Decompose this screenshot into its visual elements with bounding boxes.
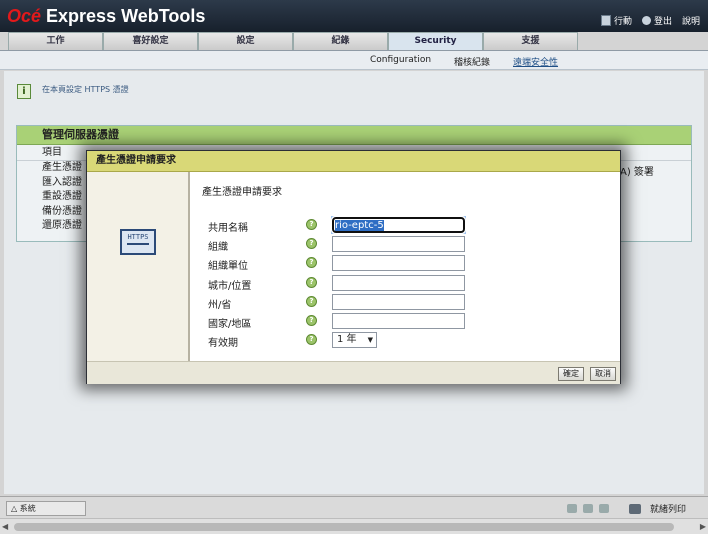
state-input[interactable] (332, 294, 465, 310)
field-organization-unit: 組織單位 ? (208, 255, 608, 272)
help-icon[interactable]: ? (306, 296, 317, 307)
help-link[interactable]: 說明 (682, 14, 700, 27)
dialog-icon-pane: HTTPS (87, 172, 188, 361)
jobs-icon (600, 15, 611, 26)
dialog-footer: 確定 取消 (87, 361, 620, 384)
system-tab[interactable]: △ 系統 (6, 501, 86, 516)
sound-icon[interactable] (598, 504, 609, 513)
city-input[interactable] (332, 275, 465, 291)
status-bar: △ 系統 就緒列印 (0, 496, 708, 518)
ok-button[interactable]: 確定 (558, 367, 584, 381)
main-tabs: 工作 喜好設定 設定 紀錄 Security 支援 (8, 32, 578, 51)
https-certificate-icon: HTTPS (120, 229, 156, 255)
scroll-left-icon[interactable]: ◀ (2, 522, 8, 531)
horizontal-scrollbar[interactable]: ◀ ▶ (0, 518, 708, 534)
jobs-link[interactable]: 行動 (600, 14, 632, 27)
country-input[interactable] (332, 313, 465, 329)
media-icon[interactable] (566, 504, 577, 513)
field-state: 州/省 ? (208, 294, 608, 311)
organization-label: 組織 (208, 242, 228, 253)
help-icon[interactable]: ? (306, 238, 317, 249)
field-organization: 組織 ? (208, 236, 608, 253)
organization-unit-label: 組織單位 (208, 261, 248, 272)
city-label: 城市/位置 (208, 281, 252, 292)
common-name-label: 共用名稱 (208, 223, 248, 234)
tab-support[interactable]: 支援 (483, 32, 578, 51)
settings-icon[interactable] (582, 504, 593, 513)
scroll-thumb[interactable] (14, 523, 674, 531)
state-label: 州/省 (208, 300, 232, 311)
top-links: 行動 登出 說明 (600, 14, 700, 27)
panel-title: 管理伺服器憑證 (17, 126, 691, 145)
dialog-form: 產生憑證申請要求 共用名稱 ? 組織 ? 組織單位 ? 城市/位置 ? 州/省 … (190, 172, 620, 361)
help-icon[interactable]: ? (306, 315, 317, 326)
validity-value: 1 年 (337, 334, 357, 345)
tab-log[interactable]: 紀錄 (293, 32, 388, 51)
organization-input[interactable] (332, 236, 465, 252)
panel-tail-text: A) 簽署 (620, 167, 654, 178)
tab-preferences[interactable]: 喜好設定 (103, 32, 198, 51)
info-text: 在本頁設定 HTTPS 憑證 (42, 85, 129, 94)
subnav-configuration[interactable]: Configuration (370, 55, 431, 65)
cancel-button[interactable]: 取消 (590, 367, 616, 381)
triangle-up-icon: △ (11, 504, 20, 513)
help-icon[interactable]: ? (306, 334, 317, 345)
help-icon[interactable]: ? (306, 219, 317, 230)
field-validity: 有效期 ? 1 年 ▼ (208, 332, 608, 349)
status-right: 就緒列印 (566, 502, 686, 515)
validity-label: 有效期 (208, 338, 238, 349)
generate-csr-dialog: 產生憑證申請要求 HTTPS 產生憑證申請要求 共用名稱 ? 組織 ? 組織單位… (86, 150, 621, 384)
dialog-title: 產生憑證申請要求 (87, 151, 620, 172)
field-country: 國家/地區 ? (208, 313, 608, 330)
chevron-down-icon: ▼ (367, 336, 373, 344)
help-icon[interactable]: ? (306, 277, 317, 288)
organization-unit-input[interactable] (332, 255, 465, 271)
info-icon: i (17, 84, 31, 99)
common-name-input[interactable] (331, 216, 466, 234)
field-city: 城市/位置 ? (208, 275, 608, 292)
logout-link[interactable]: 登出 (641, 14, 672, 27)
field-common-name: 共用名稱 ? (208, 216, 608, 234)
subnav-audit-log[interactable]: 稽核紀錄 (454, 55, 490, 68)
form-section-title: 產生憑證申請要求 (202, 187, 282, 198)
app-logo: Océ Express WebTools (7, 6, 206, 26)
scroll-right-icon[interactable]: ▶ (700, 522, 706, 531)
user-icon (641, 16, 651, 25)
validity-select[interactable]: 1 年 ▼ (332, 332, 377, 348)
sub-navigation: Configuration 稽核紀錄 遠端安全性 (0, 51, 708, 70)
subnav-remote-security[interactable]: 遠端安全性 (513, 55, 558, 68)
printer-icon (628, 503, 641, 514)
tab-jobs[interactable]: 工作 (8, 32, 103, 51)
app-header: Océ Express WebTools 行動 登出 說明 (0, 0, 708, 32)
tab-security[interactable]: Security (388, 32, 483, 51)
print-queue-status[interactable]: 就緒列印 (650, 502, 686, 515)
help-icon[interactable]: ? (306, 257, 317, 268)
tab-configuration[interactable]: 設定 (198, 32, 293, 51)
country-label: 國家/地區 (208, 319, 252, 330)
